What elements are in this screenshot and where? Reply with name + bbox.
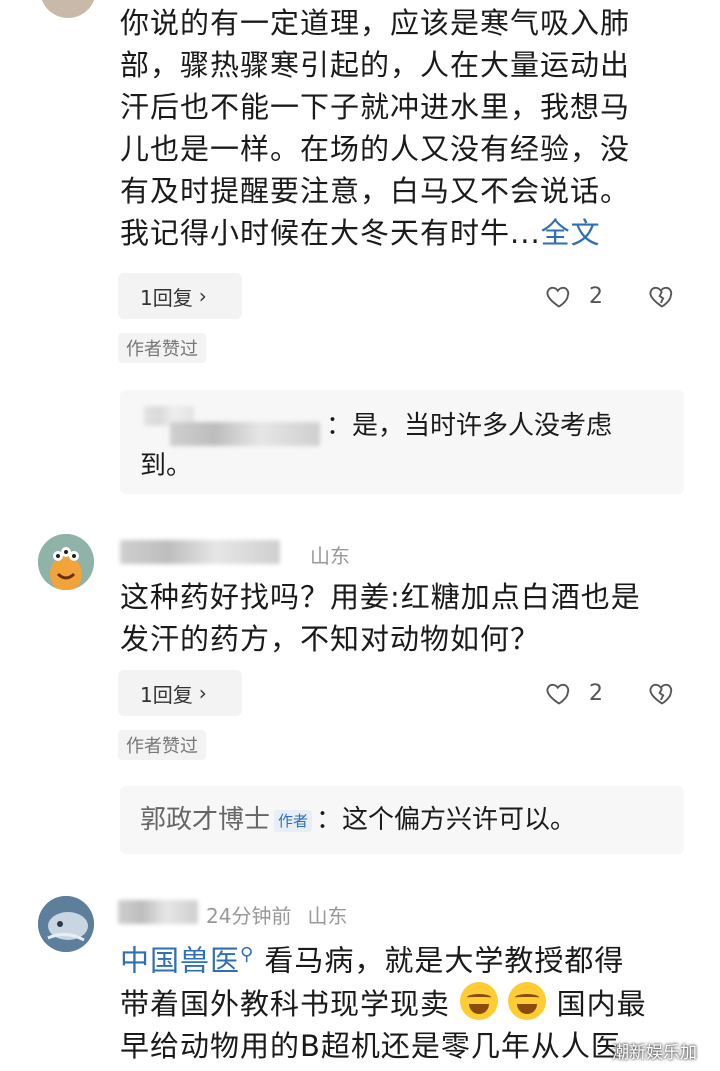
comment-meta: 24分钟前 山东 [206, 900, 347, 929]
avatar[interactable] [38, 534, 94, 590]
comment-line: 带着国外教科书现学现卖 国内最 [120, 981, 690, 1025]
comment-meta: 山东 [310, 540, 350, 569]
watermark: 潮新娱乐加 [612, 1043, 697, 1063]
crying-laughing-emoji-icon [508, 981, 547, 1020]
comment-body: 这种药好找吗？用姜:红糖加点白酒也是 发汗的药方，不知对动物如何？ [120, 576, 690, 660]
comment-line: 我记得小时候在大冬天有时牛...全文 [120, 216, 601, 250]
animal-avatar-icon [38, 896, 94, 952]
comment-line: 部，骤热骤寒引起的，人在大量运动出 [120, 48, 631, 82]
comment-line: 汗后也不能一下子就冲进水里，我想马 [120, 90, 631, 124]
chevron-right-icon: › [198, 681, 207, 705]
comment-time: 24分钟前 [206, 904, 292, 928]
author-liked-badge: 作者赞过 [118, 730, 206, 760]
topic-link[interactable]: 中国兽医 [120, 944, 240, 978]
comment-line: 儿也是一样。在场的人又没有经验，没 [120, 132, 631, 166]
comment-body: 你说的有一定道理，应该是寒气吸入肺 部，骤热骤寒引起的，人在大量运动出 汗后也不… [120, 2, 690, 254]
comment-body: 中国兽医⚲ 看马病，就是大学教授都得 带着国外教科书现学现卖 国内最 早给动物用… [120, 934, 690, 1067]
like-count: 2 [589, 680, 603, 706]
avatar[interactable] [38, 896, 94, 952]
search-icon: ⚲ [240, 944, 255, 965]
view-replies-button[interactable]: 1回复 › [118, 670, 242, 716]
like-count: 2 [589, 283, 603, 309]
sub-reply[interactable]: 郭政才博士 作者 ：这个偏方兴许可以。 [120, 786, 684, 854]
sub-reply-text: 郭政才博士 作者 ：这个偏方兴许可以。 [140, 805, 577, 835]
comment-line: 你说的有一定道理，应该是寒气吸入肺 [120, 6, 631, 40]
sub-reply-text: 到。 [140, 451, 193, 481]
like-button[interactable]: 2 [545, 679, 603, 707]
comment-location: 山东 [310, 544, 350, 568]
broken-heart-icon[interactable] [648, 282, 676, 310]
chevron-right-icon: › [198, 284, 207, 308]
comment-line: 早给动物用的B超机还是零几年从人医 [120, 1028, 621, 1063]
blurred-username [120, 540, 280, 564]
comment-line: 发汗的药方，不知对动物如何？ [120, 622, 541, 656]
crying-laughing-emoji-icon [460, 981, 499, 1020]
sub-reply[interactable]: ：是，当时许多人没考虑 到。 [120, 390, 684, 494]
expand-full-text-link[interactable]: 全文 [541, 216, 601, 250]
heart-outline-icon [546, 683, 570, 705]
sub-reply-author[interactable]: 郭政才博士 [140, 805, 270, 835]
broken-heart-icon[interactable] [648, 679, 676, 707]
blurred-name [170, 422, 320, 446]
like-button[interactable]: 2 [545, 282, 603, 310]
blurred-username [118, 900, 198, 924]
comment-location: 山东 [307, 904, 348, 928]
sub-reply-text: ：是，当时许多人没考虑 [326, 411, 613, 441]
comment-line: 有及时提醒要注意，白马又不会说话。 [120, 174, 631, 208]
view-replies-button[interactable]: 1回复 › [118, 273, 242, 319]
comment-line: 中国兽医⚲ 看马病，就是大学教授都得 [120, 943, 625, 978]
author-liked-badge: 作者赞过 [118, 333, 206, 363]
monster-avatar-icon [38, 534, 94, 590]
heart-outline-icon [546, 286, 570, 308]
avatar[interactable] [40, 0, 96, 18]
comment-line: 这种药好找吗？用姜:红糖加点白酒也是 [120, 580, 641, 614]
author-tag: 作者 [274, 809, 313, 832]
